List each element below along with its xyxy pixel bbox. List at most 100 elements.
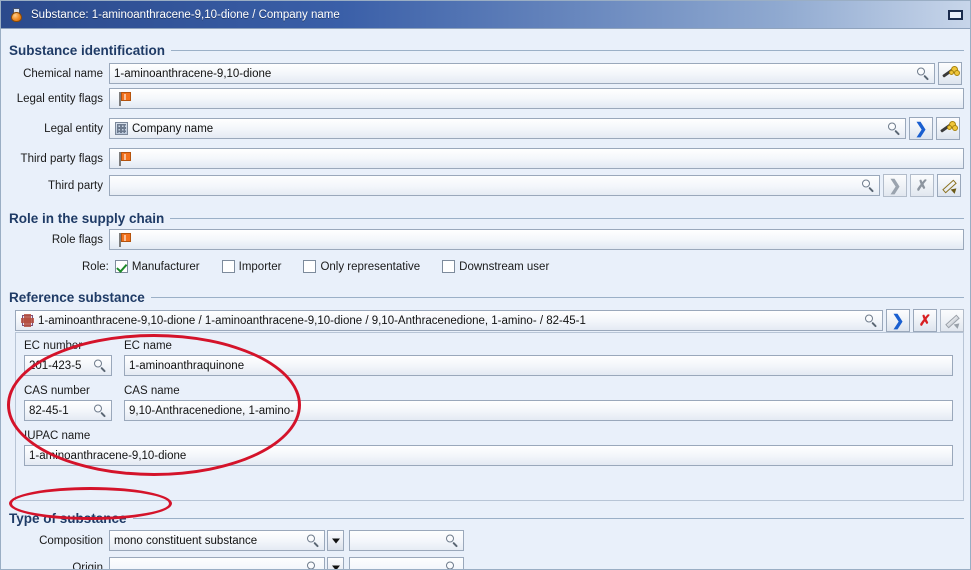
x-delete-icon: ✗ — [915, 177, 929, 194]
third-party-open-button[interactable]: ❯ — [883, 174, 907, 197]
flag-icon[interactable] — [119, 232, 132, 247]
label-third-party: Third party — [48, 179, 103, 192]
cas-name-value: 9,10-Anthracenedione, 1-amino- — [129, 404, 294, 417]
chevron-right-icon: ❯ — [888, 177, 902, 194]
label-legal-entity: Legal entity — [44, 122, 103, 135]
cas-name-field[interactable]: 9,10-Anthracenedione, 1-amino- — [124, 400, 953, 421]
role-flags-field[interactable] — [109, 229, 964, 250]
checkbox-label-only-representative: Only representative — [320, 260, 421, 273]
application-window: Substance: 1-aminoanthracene-9,10-dione … — [0, 0, 971, 570]
chemical-name-field[interactable]: 1-aminoanthracene-9,10-dione — [109, 63, 935, 84]
section-title: Type of substance — [9, 510, 127, 526]
checkbox-label-manufacturer: Manufacturer — [131, 260, 200, 273]
search-icon[interactable] — [446, 534, 459, 547]
row-origin: Origin — [9, 557, 509, 570]
search-icon[interactable] — [94, 359, 107, 372]
search-icon[interactable] — [307, 534, 320, 547]
search-icon[interactable] — [94, 404, 107, 417]
ec-name-field[interactable]: 1-aminoanthraquinone — [124, 355, 953, 376]
row-chemical-name: Chemical name 1-aminoanthracene-9,10-dio… — [9, 62, 964, 85]
third-party-edit-button[interactable] — [937, 174, 961, 197]
row-composition: Composition mono constituent substance — [9, 530, 509, 551]
search-icon[interactable] — [865, 314, 878, 327]
chevron-right-icon: ❯ — [914, 120, 928, 137]
label-composition: Composition — [39, 534, 103, 547]
row-role-flags: Role flags — [9, 229, 964, 250]
composition-dropdown-button[interactable] — [327, 530, 344, 551]
x-delete-icon: ✗ — [918, 312, 932, 329]
label-ec-number: EC number — [24, 340, 83, 352]
row-third-party-flags: Third party flags — [9, 148, 964, 169]
row-legal-entity-flags: Legal entity flags — [9, 88, 964, 109]
reference-substance-detail-panel: EC number EC name 201-423-5 1-aminoanthr… — [15, 332, 964, 501]
origin-field[interactable] — [109, 557, 325, 569]
origin-dropdown-button[interactable] — [327, 557, 344, 569]
reference-substance-open-button[interactable]: ❯ — [886, 309, 910, 332]
section-rule — [150, 296, 964, 298]
label-legal-entity-flags: Legal entity flags — [16, 92, 103, 105]
search-icon[interactable] — [917, 67, 930, 80]
legal-entity-open-button[interactable]: ❯ — [909, 117, 933, 140]
pencil-icon — [945, 313, 962, 329]
window-titlebar: Substance: 1-aminoanthracene-9,10-dione … — [1, 1, 970, 29]
reference-substance-field[interactable]: 1-aminoanthracene-9,10-dione / 1-aminoan… — [15, 310, 883, 331]
window-controls — [948, 9, 963, 20]
label-origin: Origin — [72, 561, 103, 570]
row-third-party: Third party ❯ ✗ — [9, 174, 964, 197]
iupac-name-value: 1-aminoanthracene-9,10-dione — [29, 449, 187, 462]
section-rule — [171, 49, 964, 51]
cas-number-field[interactable]: 82-45-1 — [24, 400, 112, 421]
search-icon[interactable] — [446, 561, 459, 569]
section-title: Reference substance — [9, 289, 145, 305]
flask-icon — [9, 7, 25, 23]
section-type-of-substance: Type of substance — [9, 509, 964, 527]
checkbox-label-importer: Importer — [238, 260, 282, 273]
form-content: Substance identification Chemical name 1… — [1, 29, 970, 570]
checkbox-downstream-user[interactable] — [442, 260, 456, 273]
section-role-in-supply-chain: Role in the supply chain — [9, 209, 964, 227]
minimize-button[interactable] — [948, 9, 963, 20]
section-title: Role in the supply chain — [9, 210, 165, 226]
chevron-down-icon — [331, 538, 340, 543]
section-substance-identification: Substance identification — [9, 41, 964, 59]
checkbox-manufacturer[interactable] — [114, 260, 128, 273]
reference-substance-delete-button[interactable]: ✗ — [913, 309, 937, 332]
legal-entity-value: Company name — [132, 122, 214, 135]
ec-number-field[interactable]: 201-423-5 — [24, 355, 112, 376]
legal-entity-wand-button[interactable] — [936, 117, 960, 140]
third-party-flags-field[interactable] — [109, 148, 964, 169]
building-icon — [115, 122, 128, 135]
section-rule — [132, 517, 964, 519]
reference-substance-icon — [21, 314, 34, 327]
flag-icon[interactable] — [119, 151, 132, 166]
composition-secondary-field[interactable] — [349, 530, 464, 551]
label-iupac-name: IUPAC name — [24, 430, 91, 442]
composition-field[interactable]: mono constituent substance — [109, 530, 325, 551]
legal-entity-flags-field[interactable] — [109, 88, 964, 109]
window-title: Substance: 1-aminoanthracene-9,10-dione … — [31, 8, 340, 21]
label-cas-number: CAS number — [24, 385, 90, 397]
chemical-name-wand-button[interactable] — [938, 62, 962, 85]
cas-number-value: 82-45-1 — [29, 404, 69, 417]
section-reference-substance: Reference substance — [9, 288, 964, 306]
search-icon[interactable] — [862, 179, 875, 192]
reference-substance-edit-button[interactable] — [940, 309, 964, 332]
row-reference-substance-selected: 1-aminoanthracene-9,10-dione / 1-aminoan… — [15, 309, 964, 332]
section-title: Substance identification — [9, 42, 166, 58]
row-legal-entity: Legal entity Company name ❯ — [9, 117, 964, 140]
third-party-delete-button[interactable]: ✗ — [910, 174, 934, 197]
checkbox-importer[interactable] — [221, 260, 235, 273]
reference-substance-value: 1-aminoanthracene-9,10-dione / 1-aminoan… — [38, 314, 586, 327]
flag-icon[interactable] — [119, 91, 132, 106]
label-chemical-name: Chemical name — [23, 67, 103, 80]
section-rule — [170, 217, 964, 219]
origin-secondary-field[interactable] — [349, 557, 464, 569]
third-party-field[interactable] — [109, 175, 880, 196]
iupac-name-field[interactable]: 1-aminoanthracene-9,10-dione — [24, 445, 953, 466]
search-icon[interactable] — [888, 122, 901, 135]
legal-entity-field[interactable]: Company name — [109, 118, 906, 139]
checkbox-only-representative[interactable] — [303, 260, 317, 273]
search-icon[interactable] — [307, 561, 320, 569]
pencil-icon — [942, 178, 959, 194]
chemical-name-value: 1-aminoanthracene-9,10-dione — [114, 67, 272, 80]
